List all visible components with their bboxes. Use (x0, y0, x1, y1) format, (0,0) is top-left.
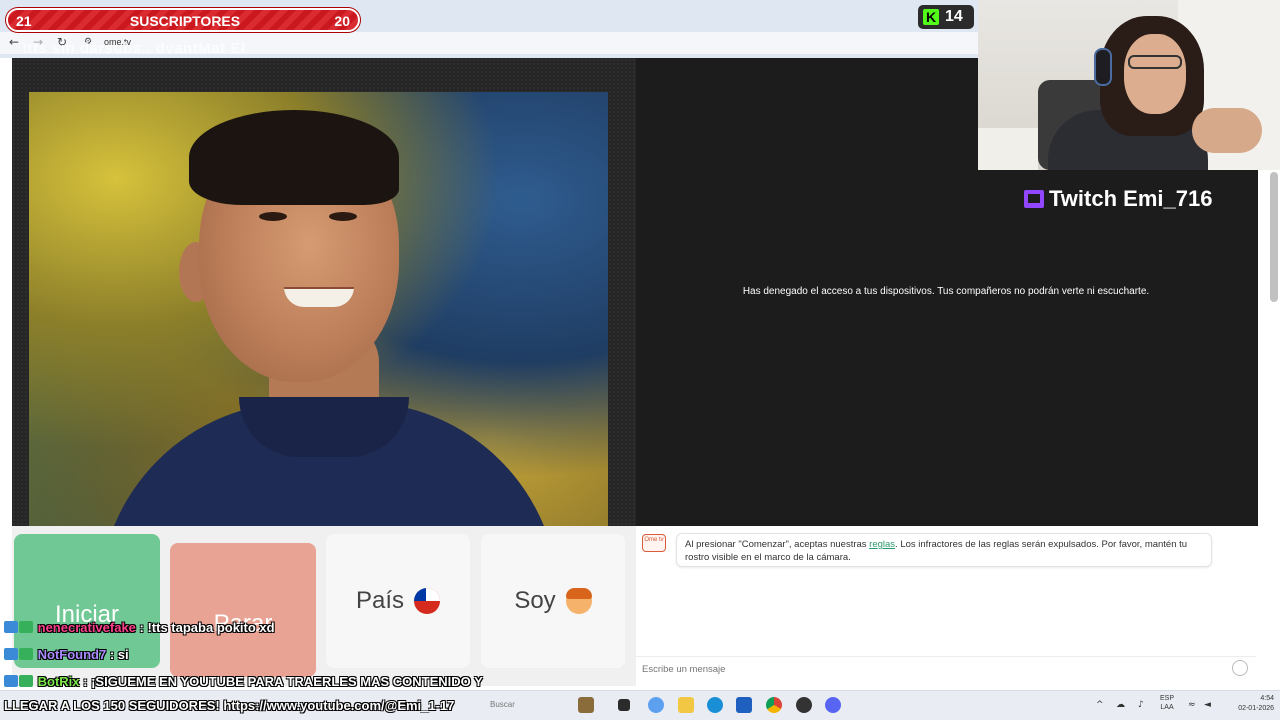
kick-viewer-badge: K 14 (918, 5, 974, 29)
back-icon[interactable]: ← (6, 34, 22, 50)
badge-icon (4, 648, 18, 660)
discord-icon[interactable] (825, 697, 841, 713)
folder-icon[interactable] (678, 697, 694, 713)
copilot-icon[interactable] (648, 697, 664, 713)
chat-message: : !tts tapaba pokito xd (139, 620, 275, 635)
image-smile (284, 287, 354, 307)
webcam-glasses (1128, 55, 1182, 69)
chat-message: : ¡SIGUEME EN YOUTUBE PARA TRAERLES MAS … (83, 674, 483, 689)
stream-chat-line: NotFound7 : si (4, 647, 129, 665)
chile-flag-icon (414, 588, 441, 614)
gender-label: Soy (514, 587, 556, 614)
taskbar-search[interactable]: Buscar (470, 696, 570, 714)
kick-icon: K (923, 9, 939, 25)
edge-icon[interactable] (707, 697, 723, 713)
badge-icon (4, 621, 18, 633)
image-eye-left (259, 212, 287, 221)
image-eye-right (329, 212, 357, 221)
chat-message: : si (109, 647, 129, 662)
message-input-bar (636, 656, 1256, 680)
subscriber-goal-bar: 21 SUSCRIPTORES 20 (6, 8, 360, 32)
twitch-handle: Twitch Emi_716 (1049, 186, 1213, 211)
tts-overlay-text: !tts sin darsubs.. dvantMat El (22, 40, 246, 57)
webcam-face (1124, 34, 1186, 114)
volume-icon[interactable]: ◄ (1204, 700, 1211, 710)
badge-icon (19, 621, 33, 633)
subscriber-label: SUSCRIPTORES (129, 13, 241, 29)
stream-chat-line: LLEGAR A LOS 150 SEGUIDORES! https://www… (4, 698, 454, 716)
country-button[interactable]: País (326, 534, 470, 668)
kick-viewer-count: 14 (945, 8, 963, 25)
cloud-icon[interactable]: ☁ (1116, 700, 1125, 710)
emoji-icon[interactable] (1232, 660, 1248, 676)
chevron-up-icon[interactable]: ^ (1096, 700, 1104, 710)
rules-link[interactable]: reglas (869, 539, 895, 550)
stop-button[interactable]: Parar (170, 543, 316, 677)
clock-date: 02-01-2026 (1238, 705, 1274, 712)
chrome-icon[interactable] (766, 697, 782, 713)
page-scrollbar[interactable] (1270, 172, 1278, 302)
taskbar-clock[interactable]: 4:54 02-01-2026 (1230, 694, 1274, 714)
badge-icon (19, 648, 33, 660)
badge-icon (19, 675, 33, 687)
country-label: País (355, 587, 405, 614)
language-layout: LAA (1160, 704, 1174, 711)
language-code: ESP (1160, 695, 1175, 702)
store-icon[interactable] (736, 697, 752, 713)
chat-username: nenecrativefake (37, 620, 136, 635)
microphone-icon[interactable]: ♪ (1138, 700, 1144, 710)
twitch-icon (1024, 190, 1044, 208)
webcam-headset (1096, 50, 1110, 84)
wifi-icon[interactable]: ≈ (1188, 700, 1196, 710)
rules-message: Al presionar "Comenzar", aceptas nuestra… (676, 533, 1212, 567)
subscriber-goal: 20 (334, 13, 350, 29)
chat-username: BotRix (37, 674, 80, 689)
chat-message: LLEGAR A LOS 150 SEGUIDORES! https://www… (4, 698, 455, 713)
ship-icon[interactable] (578, 697, 594, 713)
stream-chat-line: nenecrativefake : !tts tapaba pokito xd (4, 620, 275, 638)
message-input[interactable] (642, 661, 1222, 677)
ome-logo-icon: Ome tv (642, 534, 666, 552)
obs-icon[interactable] (796, 697, 812, 713)
device-denied-message: Has denegado el acceso a tus dispositivo… (742, 286, 1150, 297)
boy-emoji-icon (565, 588, 592, 614)
chat-username: NotFound7 (37, 647, 107, 662)
streamer-webcam (978, 0, 1280, 170)
clock-time: 4:54 (1260, 695, 1274, 702)
image-hair (189, 110, 399, 205)
rules-text-before: Al presionar "Comenzar", aceptas nuestra… (685, 539, 870, 550)
badge-icon (4, 675, 18, 687)
webcam-hand (1192, 108, 1262, 153)
webcam-couch (978, 128, 1038, 170)
language-indicator[interactable]: ESP LAA (1160, 694, 1174, 712)
terminal-icon[interactable] (618, 699, 630, 711)
gender-button[interactable]: Soy (481, 534, 625, 668)
partner-video-image (29, 92, 608, 526)
